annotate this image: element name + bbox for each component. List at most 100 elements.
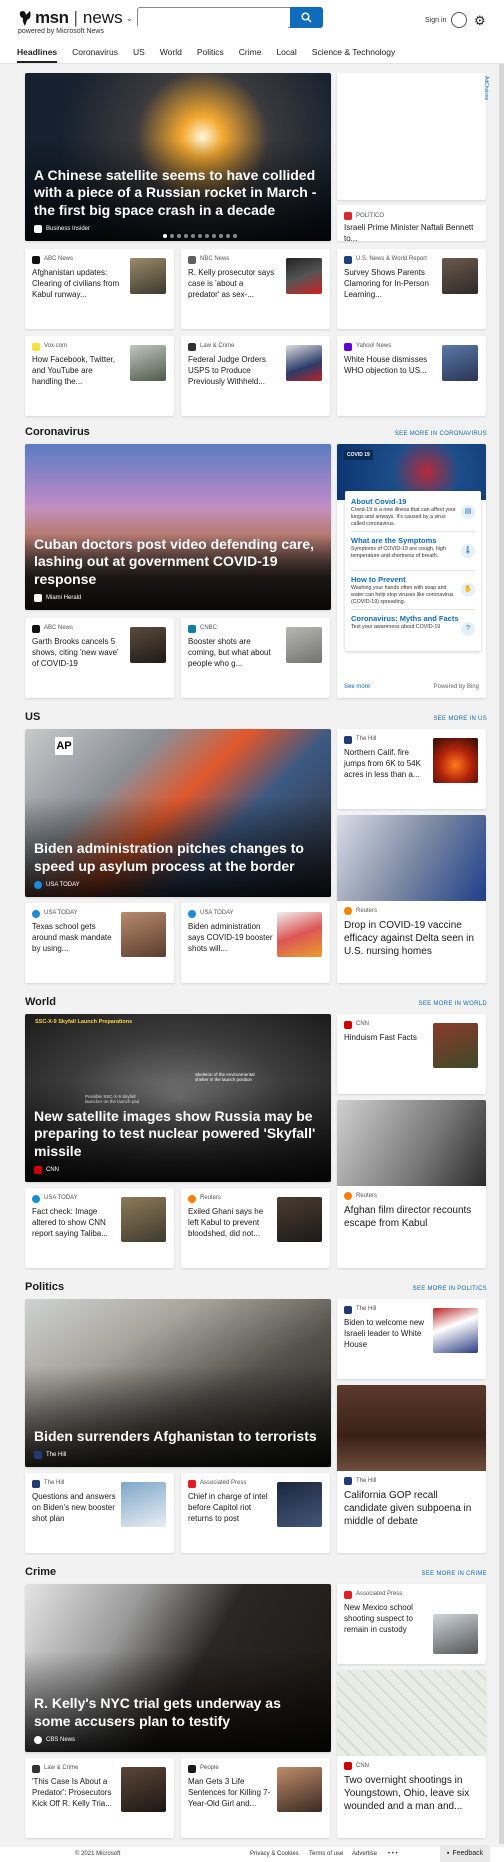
search-button[interactable] — [290, 7, 323, 28]
article-card[interactable]: U.S. News & World Report Survey Shows Pa… — [337, 249, 486, 329]
msn-logo[interactable]: msn | news ⌄ — [18, 8, 133, 28]
article-thumbnail — [433, 1614, 478, 1654]
nav-local[interactable]: Local — [276, 47, 296, 63]
article-card[interactable]: Reuters Drop in COVID-19 vaccine efficac… — [337, 815, 486, 983]
product-name: news — [82, 8, 123, 27]
article-card[interactable]: USA TODAY Fact check: Image altered to s… — [25, 1188, 174, 1268]
article-card[interactable]: The Hill California GOP recall candidate… — [337, 1385, 486, 1553]
article-card[interactable]: Law & Crime 'This Case Is About a Predat… — [25, 1758, 174, 1838]
article-title: Chief in charge of intel before Capitol … — [188, 1492, 268, 1523]
article-card[interactable]: The Hill Biden to welcome new Israeli le… — [337, 1299, 486, 1379]
covid-item-myths[interactable]: Coronavirus: Myths and Facts Test your aw… — [351, 610, 475, 649]
ad-slot[interactable] — [337, 73, 486, 200]
search-input[interactable] — [138, 8, 288, 28]
carousel-dot[interactable] — [212, 234, 216, 238]
covid-item-heading: What are the Symptoms — [351, 536, 437, 545]
nav-coronavirus[interactable]: Coronavirus — [72, 47, 118, 63]
world-hero-card[interactable]: SSC-X-9 Skyfall Launch Preparations Poss… — [25, 1014, 331, 1182]
carousel-dot[interactable] — [170, 234, 174, 238]
avatar-icon[interactable] — [451, 12, 467, 28]
source-logo-icon — [344, 1477, 352, 1485]
sign-in-link[interactable]: Sign in — [425, 17, 446, 24]
covid-item-about[interactable]: About Covid-19 Covid-19 is a new illness … — [351, 493, 475, 532]
brand-name: msn — [35, 8, 69, 27]
nav-headlines[interactable]: Headlines — [17, 47, 58, 63]
article-card[interactable]: USA TODAY Texas school gets around mask … — [25, 903, 174, 983]
top-hero-card[interactable]: A Chinese satellite seems to have collid… — [25, 73, 331, 241]
article-card[interactable]: CNN Hinduism Fast Facts — [337, 1014, 486, 1094]
article-card[interactable]: ABC News Afghanistan updates: Clearing o… — [25, 249, 174, 329]
nav-crime[interactable]: Crime — [239, 47, 262, 63]
article-title: R. Kelly prosecutor says case is 'about … — [188, 268, 275, 299]
hero-title: R. Kelly's NYC trial gets underway as so… — [34, 1695, 281, 1729]
article-thumbnail — [121, 912, 166, 957]
terms-link[interactable]: Terms of use — [309, 1851, 343, 1857]
hero-source: Miami Herald — [34, 594, 81, 602]
nav-science-technology[interactable]: Science & Technology — [312, 47, 395, 63]
article-card[interactable]: NBC News R. Kelly prosecutor says case i… — [181, 249, 330, 329]
covid-item-prevent[interactable]: How to Prevent Washing your hands often w… — [351, 571, 475, 610]
article-title: Hinduism Fast Facts — [344, 1033, 417, 1042]
crime-hero-card[interactable]: R. Kelly's NYC trial gets underway as so… — [25, 1584, 331, 1752]
see-more-us-link[interactable]: SEE MORE IN US — [433, 716, 487, 722]
article-source: The Hill — [344, 1306, 429, 1314]
see-more-coronavirus-link[interactable]: SEE MORE IN CORONAVIRUS — [395, 431, 487, 437]
see-more-crime-link[interactable]: SEE MORE IN CRIME — [422, 1571, 487, 1577]
article-card[interactable]: CNBC Booster shots are coming, but what … — [181, 618, 330, 698]
page-scrollbar[interactable] — [499, 64, 504, 1844]
article-thumbnail — [277, 1767, 322, 1812]
carousel-dot[interactable] — [226, 234, 230, 238]
carousel-dot[interactable] — [184, 234, 188, 238]
carousel-dot[interactable] — [177, 234, 181, 238]
source-logo-icon — [344, 736, 352, 744]
feedback-button[interactable]: ▪ Feedback — [440, 1845, 490, 1862]
article-title: Man Gets 3 Life Sentences for Killing 7-… — [188, 1777, 271, 1808]
article-card[interactable]: Yahoo! News White House dismisses WHO ob… — [337, 336, 486, 416]
article-card[interactable]: The Hill Questions and answers on Biden'… — [25, 1473, 174, 1553]
covid-see-more-link[interactable]: See more — [344, 684, 370, 690]
chevron-down-icon[interactable]: ⌄ — [126, 13, 134, 24]
source-label: Yahoo! News — [356, 343, 392, 350]
article-title: How Facebook, Twitter, and YouTube are h… — [32, 355, 115, 386]
article-card[interactable]: People Man Gets 3 Life Sentences for Kil… — [181, 1758, 330, 1838]
source-logo-icon — [32, 256, 40, 264]
article-card[interactable]: ABC News Garth Brooks cancels 5 shows, c… — [25, 618, 174, 698]
source-logo-icon — [188, 1195, 196, 1203]
article-card[interactable]: The Hill Northern Calif. fire jumps from… — [337, 729, 486, 809]
adchoices-label[interactable]: AdChoices — [483, 76, 489, 100]
more-menu-icon[interactable]: • • • — [388, 1851, 398, 1857]
article-source: ABC News — [32, 625, 117, 633]
article-source: The Hill — [344, 736, 429, 744]
politics-hero-card[interactable]: Biden surrenders Afghanistan to terroris… — [25, 1299, 331, 1467]
nav-politics[interactable]: Politics — [197, 47, 224, 63]
coronavirus-hero-card[interactable]: Cuban doctors post video defending care,… — [25, 444, 331, 610]
article-card[interactable]: USA TODAY Biden administration says COVI… — [181, 903, 330, 983]
covid-item-symptoms[interactable]: What are the Symptoms Symptoms of COVID-1… — [351, 532, 475, 571]
article-card[interactable]: Associated Press New Mexico school shoot… — [337, 1584, 486, 1664]
carousel-dot[interactable] — [163, 234, 167, 238]
carousel-dot[interactable] — [198, 234, 202, 238]
advertise-link[interactable]: Advertise — [352, 1851, 377, 1857]
us-hero-card[interactable]: AP Biden administration pitches changes … — [25, 729, 331, 897]
see-more-world-link[interactable]: SEE MORE IN WORLD — [419, 1001, 487, 1007]
article-card[interactable]: Associated Press Chief in charge of inte… — [181, 1473, 330, 1553]
article-card[interactable]: Reuters Afghan film director recounts es… — [337, 1100, 486, 1268]
article-card[interactable]: CNN Two overnight shootings in Youngstow… — [337, 1670, 486, 1838]
hero-source-label: Miami Herald — [46, 595, 82, 601]
article-card[interactable]: Law & Crime Federal Judge Orders USPS to… — [181, 336, 330, 416]
hero-source-label: The Hill — [46, 1452, 67, 1458]
nav-world[interactable]: World — [160, 47, 182, 63]
privacy-link[interactable]: Privacy & Cookies — [250, 1851, 299, 1857]
carousel-dots[interactable] — [163, 234, 237, 238]
article-card[interactable]: Reuters Exiled Ghani says he left Kabul … — [181, 1188, 330, 1268]
carousel-dot[interactable] — [191, 234, 195, 238]
carousel-dot[interactable] — [205, 234, 209, 238]
source-label: The Hill — [44, 1480, 65, 1487]
see-more-politics-link[interactable]: SEE MORE IN POLITICS — [413, 1286, 487, 1292]
article-card[interactable]: Vox.com How Facebook, Twitter, and YouTu… — [25, 336, 174, 416]
nav-us[interactable]: US — [133, 47, 145, 63]
top-side-card[interactable]: POLITICO Israeli Prime Minister Naftali … — [337, 205, 486, 241]
gear-icon[interactable]: ⚙ — [474, 13, 486, 29]
carousel-dot[interactable] — [233, 234, 237, 238]
carousel-dot[interactable] — [219, 234, 223, 238]
